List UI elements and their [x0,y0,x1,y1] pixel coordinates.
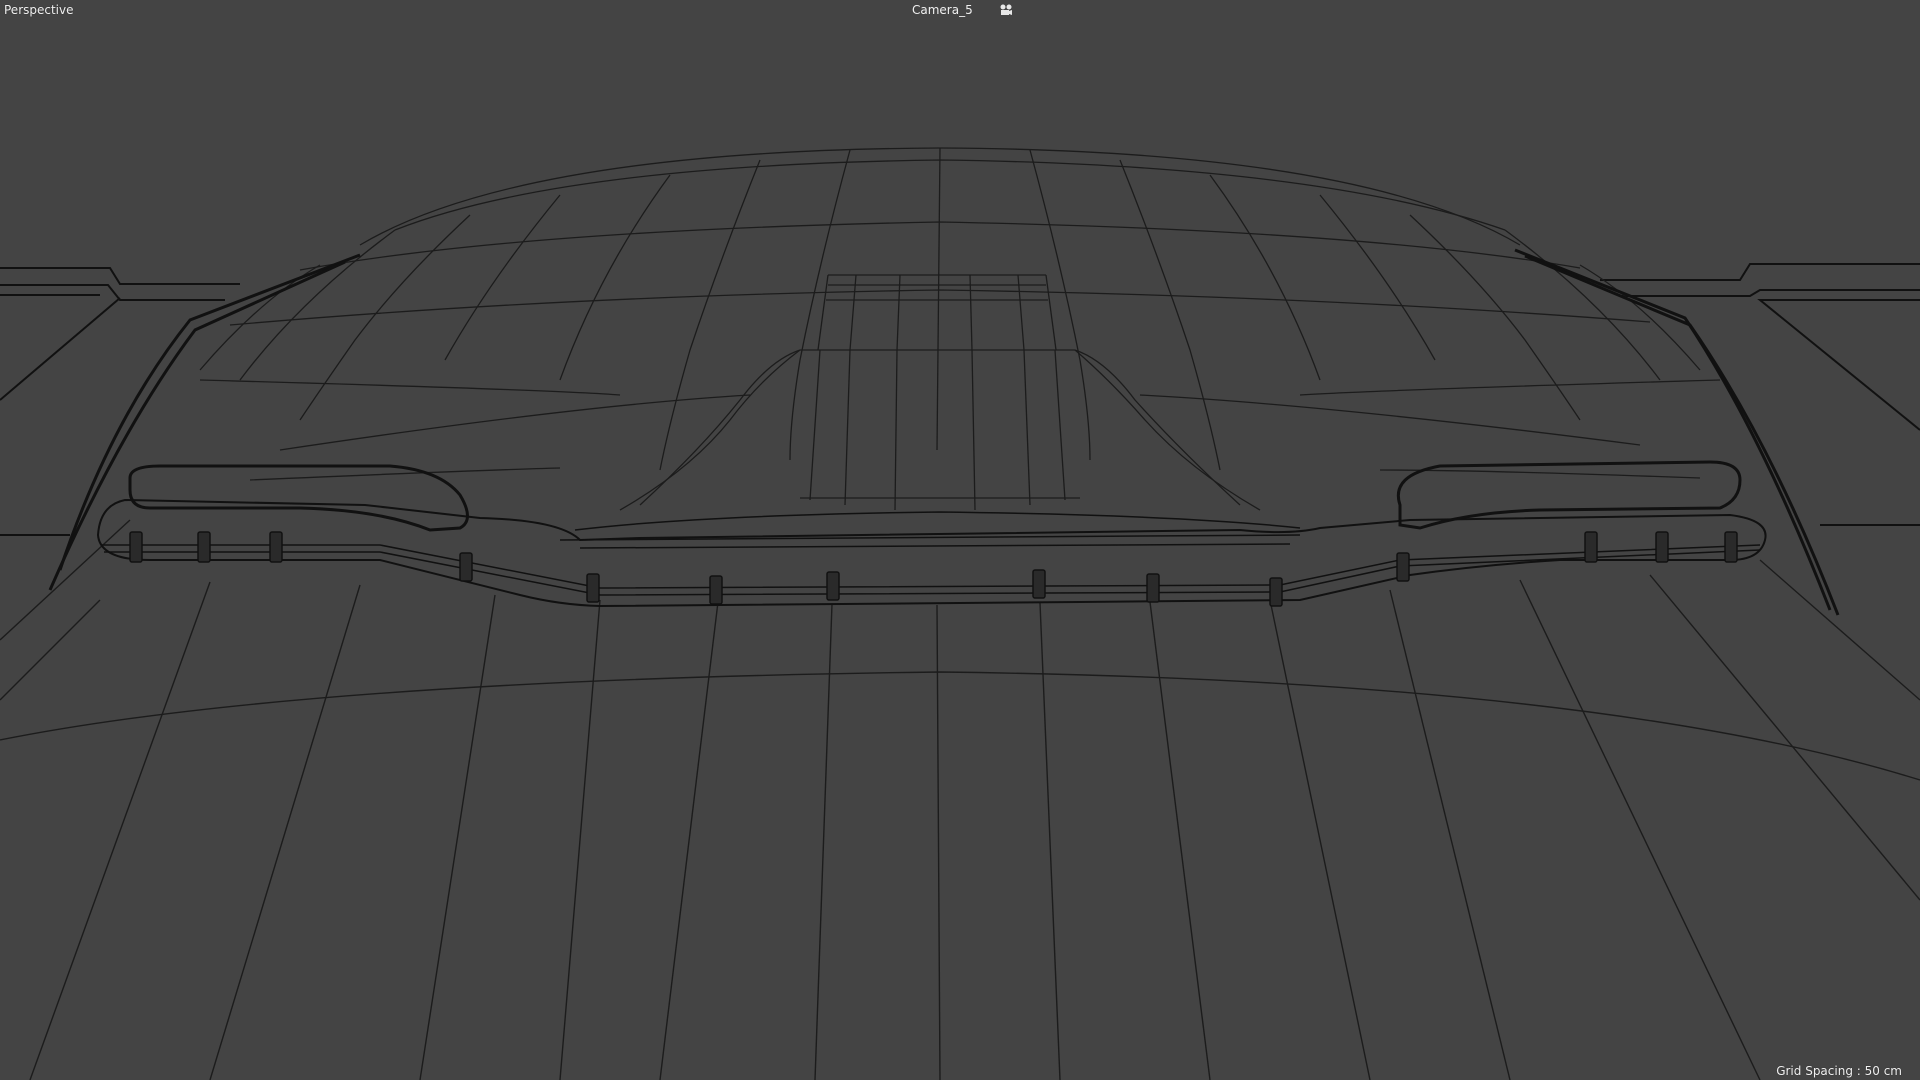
camera-selector[interactable]: Camera_5 [912,2,1013,18]
front-spoiler-wireframe [96,460,1767,608]
view-mode-label[interactable]: Perspective [4,3,74,17]
grid-spacing-label: Grid Spacing : 50 cm [1776,1064,1902,1078]
wireframe-model[interactable] [0,0,1920,1080]
spoiler-tabs [129,531,1738,607]
center-scoop-wireframe [619,274,1261,511]
camera-icon[interactable] [999,4,1013,16]
hood-dome-wireframe [199,147,1721,481]
3d-viewport[interactable]: Perspective Camera_5 Grid Spacing : 50 c… [0,0,1920,1080]
side-rails-wireframe [0,263,1920,536]
camera-name-label[interactable]: Camera_5 [912,3,973,17]
